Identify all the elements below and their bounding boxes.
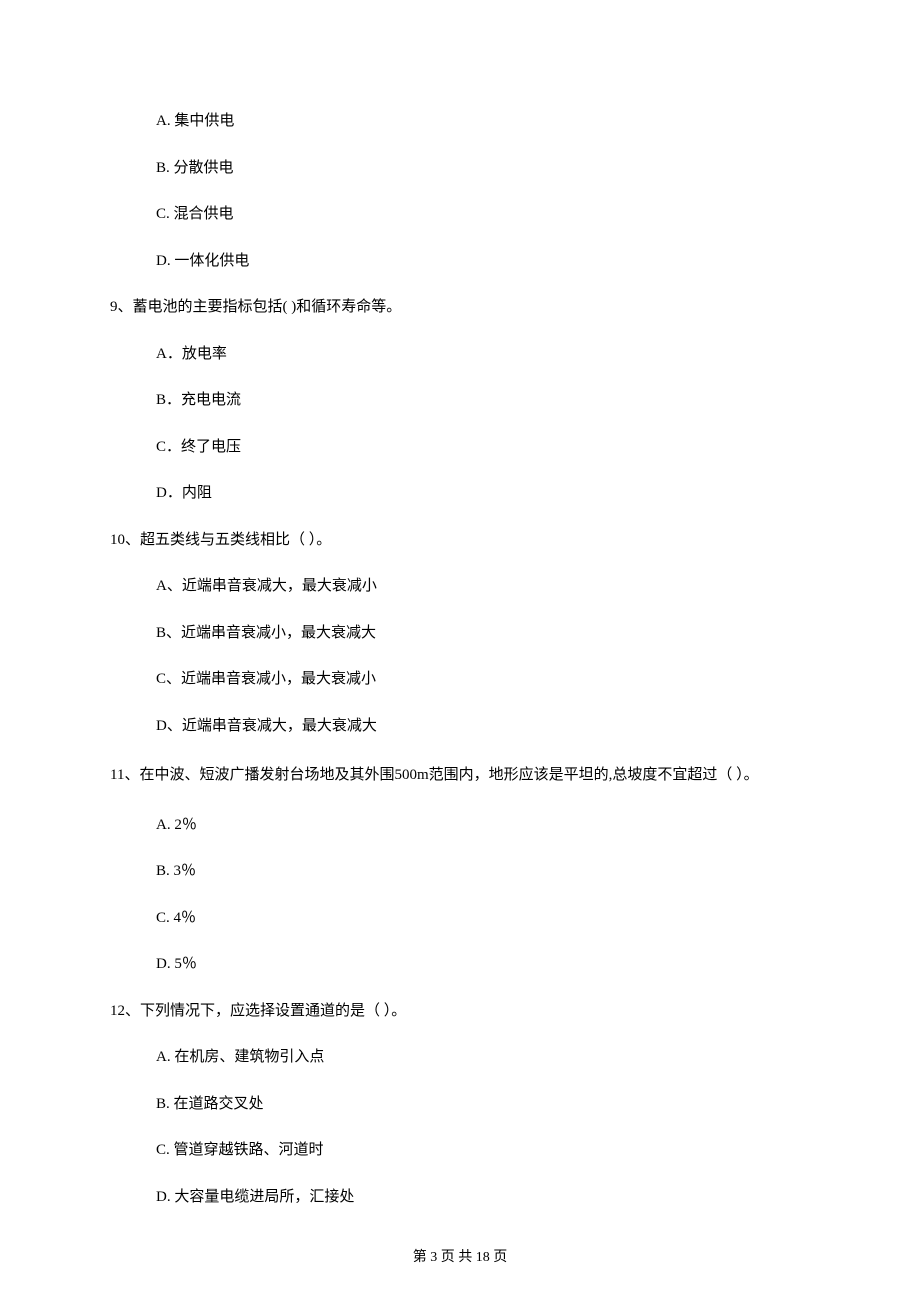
q10-option-a: A、近端串音衰减大，最大衰减小 (110, 575, 810, 598)
q8-option-b: B. 分散供电 (110, 157, 810, 180)
q8-option-a: A. 集中供电 (110, 110, 810, 133)
q9-text: 9、蓄电池的主要指标包括( )和循环寿命等。 (110, 296, 810, 319)
q12-option-a: A. 在机房、建筑物引入点 (110, 1046, 810, 1069)
q11-option-d: D. 5％ (110, 953, 810, 976)
q9-option-d: D．内阻 (110, 482, 810, 505)
q12-option-b: B. 在道路交叉处 (110, 1093, 810, 1116)
q9-option-c: C．终了电压 (110, 436, 810, 459)
q11-option-b: B. 3％ (110, 860, 810, 883)
q11-option-c: C. 4％ (110, 907, 810, 930)
q10-text: 10、超五类线与五类线相比（ ）。 (110, 529, 810, 552)
page-content: A. 集中供电 B. 分散供电 C. 混合供电 D. 一体化供电 9、蓄电池的主… (0, 0, 920, 1292)
q12-option-c: C. 管道穿越铁路、河道时 (110, 1139, 810, 1162)
q11-option-a: A. 2％ (110, 814, 810, 837)
q8-option-c: C. 混合供电 (110, 203, 810, 226)
q10-option-b: B、近端串音衰减小，最大衰减大 (110, 622, 810, 645)
q10-option-c: C、近端串音衰减小，最大衰减小 (110, 668, 810, 691)
q12-text: 12、下列情况下，应选择设置通道的是（ ）。 (110, 1000, 810, 1023)
q9-option-b: B．充电电流 (110, 389, 810, 412)
q10-option-d: D、近端串音衰减大，最大衰减大 (110, 715, 810, 738)
q11-text: 11、在中波、短波广播发射台场地及其外围500m范围内，地形应该是平坦的,总坡度… (110, 761, 810, 790)
q8-option-d: D. 一体化供电 (110, 250, 810, 273)
q9-option-a: A．放电率 (110, 343, 810, 366)
page-footer: 第 3 页 共 18 页 (0, 1246, 920, 1266)
q12-option-d: D. 大容量电缆进局所，汇接处 (110, 1186, 810, 1209)
